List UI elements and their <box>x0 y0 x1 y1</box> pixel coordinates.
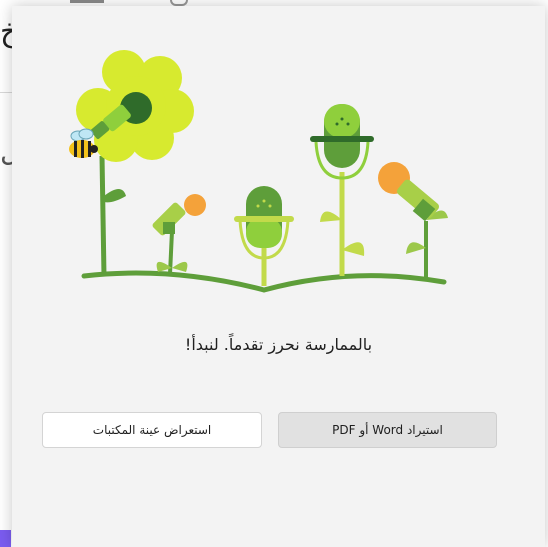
import-word-pdf-button[interactable]: استيراد Word أو PDF <box>278 412 497 448</box>
center-microphone-icon <box>234 186 294 260</box>
tall-leaf <box>320 211 342 222</box>
flower-leaf <box>104 189 126 203</box>
tall-microphone-icon <box>310 104 374 180</box>
small-leaf <box>172 261 188 272</box>
welcome-heading: بالممارسة نحرز تقدماً. لنبدأ! <box>184 335 373 354</box>
flower-stem <box>99 155 107 277</box>
right-microphone-icon <box>378 162 440 222</box>
garden-illustration <box>69 50 448 293</box>
background-accent-bar <box>0 530 11 547</box>
right-leaf <box>406 242 426 254</box>
orange-microphone-icon <box>152 194 206 236</box>
background-toolbar-fragment <box>70 0 104 3</box>
tall-leaf <box>342 242 365 256</box>
browse-sample-library-button[interactable]: استعراض عينة المكتبات <box>42 412 262 448</box>
welcome-dialog: بالممارسة نحرز تقدماً. لنبدأ! استيراد Wo… <box>12 6 545 547</box>
